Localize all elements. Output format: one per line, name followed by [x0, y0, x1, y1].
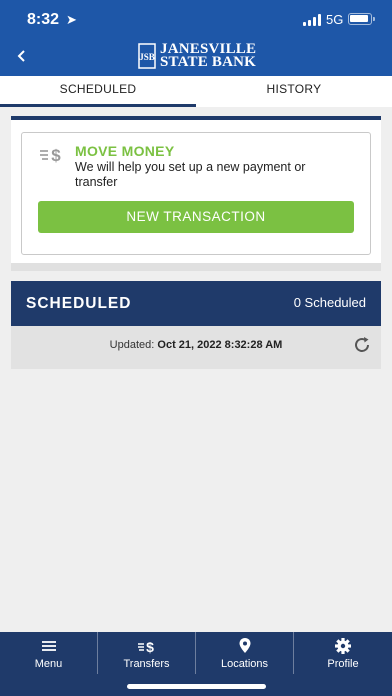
- bank-logo: JSB JANESVILLE STATE BANK: [138, 42, 256, 70]
- refresh-icon: [355, 337, 369, 352]
- scheduled-count: 0 Scheduled: [293, 295, 366, 310]
- hamburger-icon: [41, 641, 56, 651]
- svg-text:$: $: [146, 639, 154, 655]
- tab-history[interactable]: HISTORY: [196, 76, 392, 107]
- refresh-button[interactable]: [351, 334, 373, 356]
- move-money-title: MOVE MONEY: [75, 143, 175, 159]
- nav-transfers-label: Transfers: [123, 658, 170, 670]
- bank-monogram-icon: JSB: [138, 43, 156, 69]
- battery-icon: [348, 13, 375, 25]
- scheduled-header: SCHEDULED 0 Scheduled: [11, 281, 381, 326]
- app-header: 8:32 ➤ 5G JSB JANESVILLE STATE BANK: [0, 0, 392, 76]
- signal-icon: [303, 14, 323, 26]
- nav-locations-label: Locations: [220, 658, 269, 670]
- svg-text:$: $: [51, 146, 61, 165]
- move-money-panel: $ MOVE MONEY We will help you set up a n…: [11, 120, 381, 271]
- nav-menu-label: Menu: [34, 658, 63, 670]
- status-bar: 8:32 ➤ 5G: [0, 0, 392, 40]
- nav-locations[interactable]: Locations: [196, 632, 294, 674]
- svg-text:JSB: JSB: [139, 52, 155, 62]
- dollar-transfer-icon: $: [40, 146, 61, 165]
- nav-profile[interactable]: Profile: [294, 632, 392, 674]
- status-time: 8:32: [27, 11, 60, 28]
- logo-line-2: STATE BANK: [160, 54, 257, 70]
- updated-timestamp: Oct 21, 2022 8:32:28 AM: [157, 339, 283, 351]
- chevron-left-icon: [17, 50, 25, 62]
- new-transaction-button[interactable]: NEW TRANSACTION: [38, 201, 354, 233]
- location-arrow-icon: ➤: [66, 12, 77, 27]
- updated-prefix: Updated:: [109, 339, 155, 351]
- location-pin-icon: [239, 638, 250, 653]
- tab-scheduled[interactable]: SCHEDULED: [0, 76, 196, 107]
- transfer-icon: $: [137, 639, 154, 655]
- scheduled-title: SCHEDULED: [26, 295, 132, 312]
- home-indicator[interactable]: [127, 684, 266, 689]
- back-button[interactable]: [10, 44, 34, 68]
- move-money-description: We will help you set up a new payment or…: [75, 160, 306, 189]
- updated-bar: Updated: Oct 21, 2022 8:32:28 AM: [11, 326, 381, 369]
- tab-bar: SCHEDULED HISTORY: [0, 76, 392, 107]
- nav-menu[interactable]: Menu: [0, 632, 98, 674]
- updated-text: Updated: Oct 21, 2022 8:32:28 AM: [11, 339, 381, 351]
- move-money-card: $ MOVE MONEY We will help you set up a n…: [21, 132, 371, 255]
- gear-icon: [335, 638, 351, 654]
- nav-transfers[interactable]: $ Transfers: [98, 632, 196, 674]
- nav-profile-label: Profile: [327, 658, 359, 670]
- network-label: 5G: [326, 12, 344, 27]
